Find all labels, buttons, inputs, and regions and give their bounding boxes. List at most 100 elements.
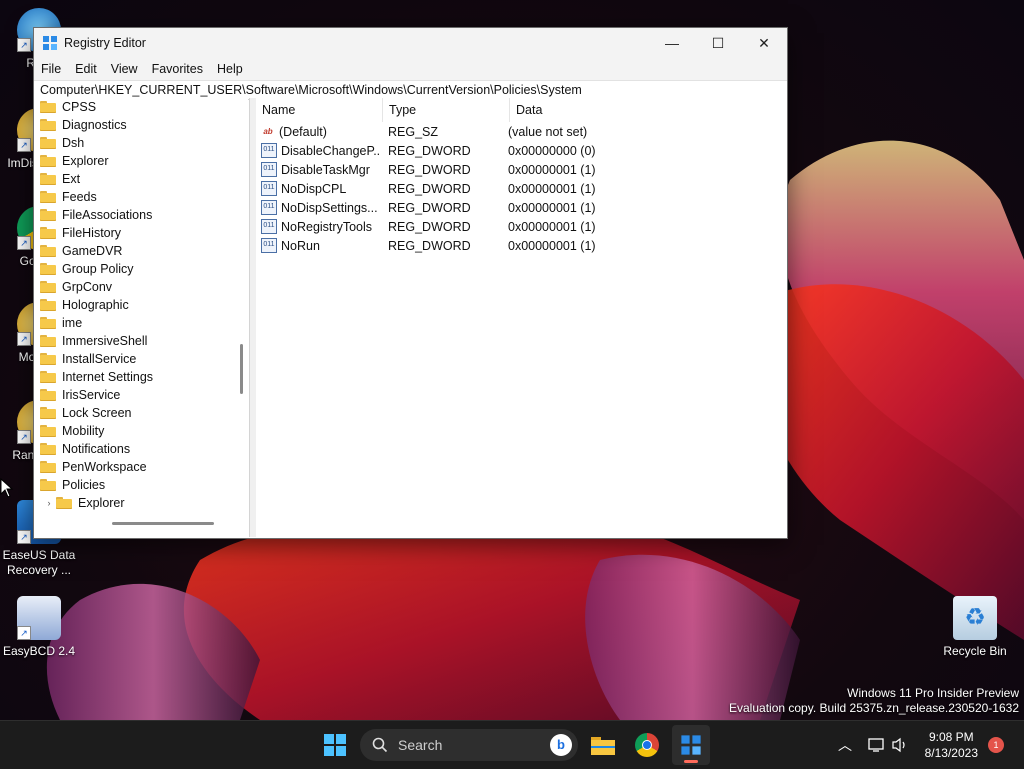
- desktop-icon-recycle-bin[interactable]: ♻ Recycle Bin: [936, 596, 1014, 659]
- title-bar[interactable]: Registry Editor — ☐ ✕: [34, 28, 787, 58]
- clock-time: 9:08 PM: [928, 730, 974, 744]
- folder-icon: [56, 497, 72, 509]
- tree-item-label: Lock Screen: [62, 406, 132, 420]
- value-row[interactable]: 011 NoDispSettings... REG_DWORD 0x00000001 …: [256, 198, 787, 217]
- tree-item[interactable]: Ext: [40, 170, 248, 188]
- menu-view[interactable]: View: [104, 62, 145, 76]
- value-data: 0x00000001 (1): [508, 219, 596, 234]
- value-type: REG_DWORD: [388, 200, 471, 215]
- tree-item-label: ImmersiveShell: [62, 334, 148, 348]
- folder-icon: [40, 407, 56, 419]
- chrome-taskbar-button[interactable]: [632, 721, 662, 769]
- folder-icon: [40, 263, 56, 275]
- value-row[interactable]: 011 DisableChangeP... REG_DWORD 0x00000000 …: [256, 141, 787, 160]
- tree-item[interactable]: Diagnostics: [40, 116, 248, 134]
- system-tray-network-volume[interactable]: [864, 721, 914, 769]
- value-row[interactable]: 011 NoRun REG_DWORD 0x00000001 (1): [256, 236, 787, 255]
- tree-vertical-scrollbar[interactable]: [238, 98, 246, 537]
- key-tree: CPSS Diagnostics Dsh Explorer Ext Feeds FileAs…: [34, 98, 248, 537]
- registry-editor-window: Registry Editor — ☐ ✕ File Edit View Fav…: [33, 27, 788, 539]
- menu-file[interactable]: File: [34, 62, 68, 76]
- value-row[interactable]: 011 DisableTaskMgr REG_DWORD 0x00000001 (1): [256, 160, 787, 179]
- value-name-cell: 011 NoDispCPL: [256, 181, 381, 196]
- tree-item[interactable]: PenWorkspace: [40, 458, 248, 476]
- tree-item-label: Holographic: [62, 298, 129, 312]
- binary-value-icon: 011: [261, 219, 277, 234]
- tree-item[interactable]: Notifications: [40, 440, 248, 458]
- binary-value-icon: 011: [261, 162, 277, 177]
- tree-vertical-scroll-thumb[interactable]: [240, 344, 243, 394]
- address-bar[interactable]: Computer\HKEY_CURRENT_USER\Software\Micr…: [34, 80, 787, 100]
- registry-editor-taskbar-button[interactable]: [672, 725, 710, 765]
- file-explorer-taskbar-button[interactable]: [588, 721, 618, 769]
- notification-badge[interactable]: 1: [988, 737, 1004, 753]
- value-type: REG_DWORD: [388, 143, 471, 158]
- maximize-button[interactable]: ☐: [695, 28, 741, 58]
- tree-item[interactable]: Explorer: [40, 152, 248, 170]
- value-name: NoRun: [281, 238, 320, 253]
- folder-icon: [40, 155, 56, 167]
- tree-item[interactable]: FileAssociations: [40, 206, 248, 224]
- tree-item[interactable]: Group Policy: [40, 260, 248, 278]
- close-button[interactable]: ✕: [741, 28, 787, 58]
- tree-item[interactable]: Internet Settings: [40, 368, 248, 386]
- tree-item[interactable]: Dsh: [40, 134, 248, 152]
- minimize-button[interactable]: —: [649, 28, 695, 58]
- tree-item[interactable]: InstallService: [40, 350, 248, 368]
- taskbar-clock[interactable]: 9:08 PM 8/13/2023: [925, 729, 978, 761]
- column-header-type[interactable]: Type: [383, 98, 510, 122]
- binary-value-icon: 011: [261, 200, 277, 215]
- menu-favorites[interactable]: Favorites: [145, 62, 210, 76]
- value-type: REG_DWORD: [388, 181, 471, 196]
- registry-editor-icon: [43, 36, 57, 50]
- folder-icon: [40, 281, 56, 293]
- chevron-right-icon[interactable]: ›: [44, 498, 54, 508]
- tree-item[interactable]: GrpConv: [40, 278, 248, 296]
- folder-icon: [40, 443, 56, 455]
- tree-item[interactable]: Holographic: [40, 296, 248, 314]
- value-row[interactable]: 011 NoDispCPL REG_DWORD 0x00000001 (1): [256, 179, 787, 198]
- taskbar-search-box[interactable]: Search b: [360, 729, 578, 761]
- tree-item[interactable]: CPSS: [40, 98, 248, 116]
- folder-icon: [40, 371, 56, 383]
- tree-item[interactable]: ime: [40, 314, 248, 332]
- tree-item-label: Explorer: [62, 154, 109, 168]
- value-name-cell: 011 DisableTaskMgr: [256, 162, 381, 177]
- tree-item[interactable]: GameDVR: [40, 242, 248, 260]
- value-type: REG_DWORD: [388, 162, 471, 177]
- menu-edit[interactable]: Edit: [68, 62, 104, 76]
- tree-item[interactable]: FileHistory: [40, 224, 248, 242]
- tree-item[interactable]: ImmersiveShell: [40, 332, 248, 350]
- value-data: 0x00000000 (0): [508, 143, 596, 158]
- window-title: Registry Editor: [64, 36, 146, 50]
- bing-icon[interactable]: b: [550, 734, 572, 756]
- mouse-cursor-icon: [0, 478, 14, 498]
- tree-item[interactable]: Policies: [40, 476, 248, 494]
- column-header-data[interactable]: Data: [510, 98, 542, 122]
- tree-item-label: Feeds: [62, 190, 97, 204]
- folder-icon: [40, 317, 56, 329]
- column-header-name[interactable]: Name: [256, 98, 383, 122]
- tree-item[interactable]: › Explorer: [40, 494, 248, 512]
- start-button[interactable]: [318, 721, 352, 769]
- value-row[interactable]: 011 NoRegistryTools REG_DWORD 0x00000001 (1…: [256, 217, 787, 236]
- value-name-cell: 011 DisableChangeP...: [256, 143, 381, 158]
- tree-item[interactable]: Mobility: [40, 422, 248, 440]
- folder-icon: [40, 209, 56, 221]
- value-name-cell: ab (Default): [256, 125, 381, 139]
- value-row[interactable]: ab (Default) REG_SZ (value not set): [256, 122, 787, 141]
- value-data: 0x00000001 (1): [508, 200, 596, 215]
- folder-icon: [40, 173, 56, 185]
- tree-item[interactable]: IrisService: [40, 386, 248, 404]
- value-data: 0x00000001 (1): [508, 238, 596, 253]
- value-name: (Default): [279, 124, 327, 139]
- tree-horizontal-scroll-thumb[interactable]: [112, 522, 214, 525]
- registry-editor-icon: [681, 735, 701, 755]
- tree-item[interactable]: Lock Screen: [40, 404, 248, 422]
- desktop-icon-label: EasyBCD 2.4: [2, 644, 76, 658]
- desktop-icon-easybcd[interactable]: ↗ EasyBCD 2.4: [0, 596, 78, 659]
- value-name-cell: 011 NoRun: [256, 238, 381, 253]
- show-hidden-icons-button[interactable]: ︿: [834, 721, 856, 769]
- menu-help[interactable]: Help: [210, 62, 250, 76]
- tree-item[interactable]: Feeds: [40, 188, 248, 206]
